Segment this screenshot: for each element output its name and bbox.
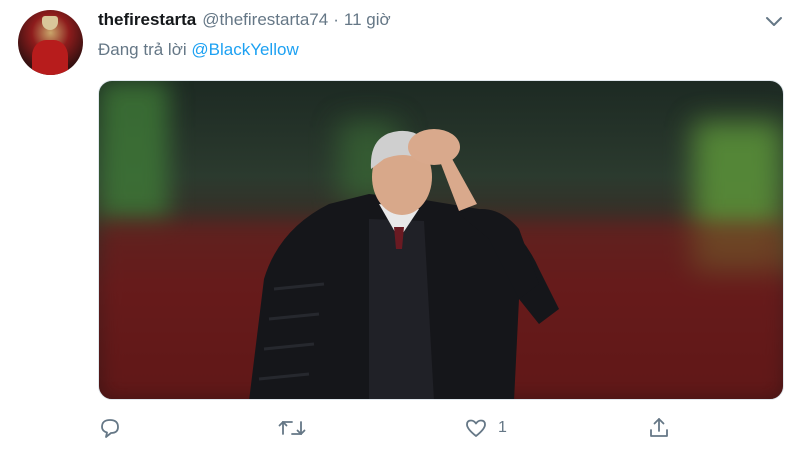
chevron-down-icon[interactable]	[762, 12, 786, 32]
retweet-button[interactable]	[278, 414, 306, 442]
avatar[interactable]	[18, 10, 83, 75]
tweet-header: thefirestarta @thefirestarta74 · 11 giờ	[98, 10, 391, 32]
timestamp[interactable]: 11 giờ	[344, 10, 391, 30]
retweet-icon	[278, 416, 306, 440]
separator-dot: ·	[333, 10, 339, 29]
heart-icon	[464, 416, 488, 440]
reply-mention-link[interactable]: @BlackYellow	[191, 40, 298, 59]
tweet-photo[interactable]	[98, 80, 784, 400]
like-button[interactable]: 1	[464, 414, 507, 442]
tweet-actions: 1	[98, 414, 698, 442]
share-icon	[647, 416, 671, 440]
avatar-figure	[32, 40, 68, 75]
reply-button[interactable]	[98, 414, 122, 442]
reply-icon	[98, 416, 122, 440]
avatar-trophy	[42, 16, 58, 30]
reply-prefix: Đang trả lời	[98, 40, 187, 59]
photo-subject	[249, 129, 559, 399]
reply-context: Đang trả lời @BlackYellow	[98, 40, 299, 60]
display-name[interactable]: thefirestarta	[98, 10, 196, 30]
like-count: 1	[498, 419, 507, 436]
user-handle[interactable]: @thefirestarta74	[202, 10, 328, 30]
tweet[interactable]: thefirestarta @thefirestarta74 · 11 giờ …	[0, 0, 803, 450]
share-button[interactable]	[647, 414, 671, 442]
